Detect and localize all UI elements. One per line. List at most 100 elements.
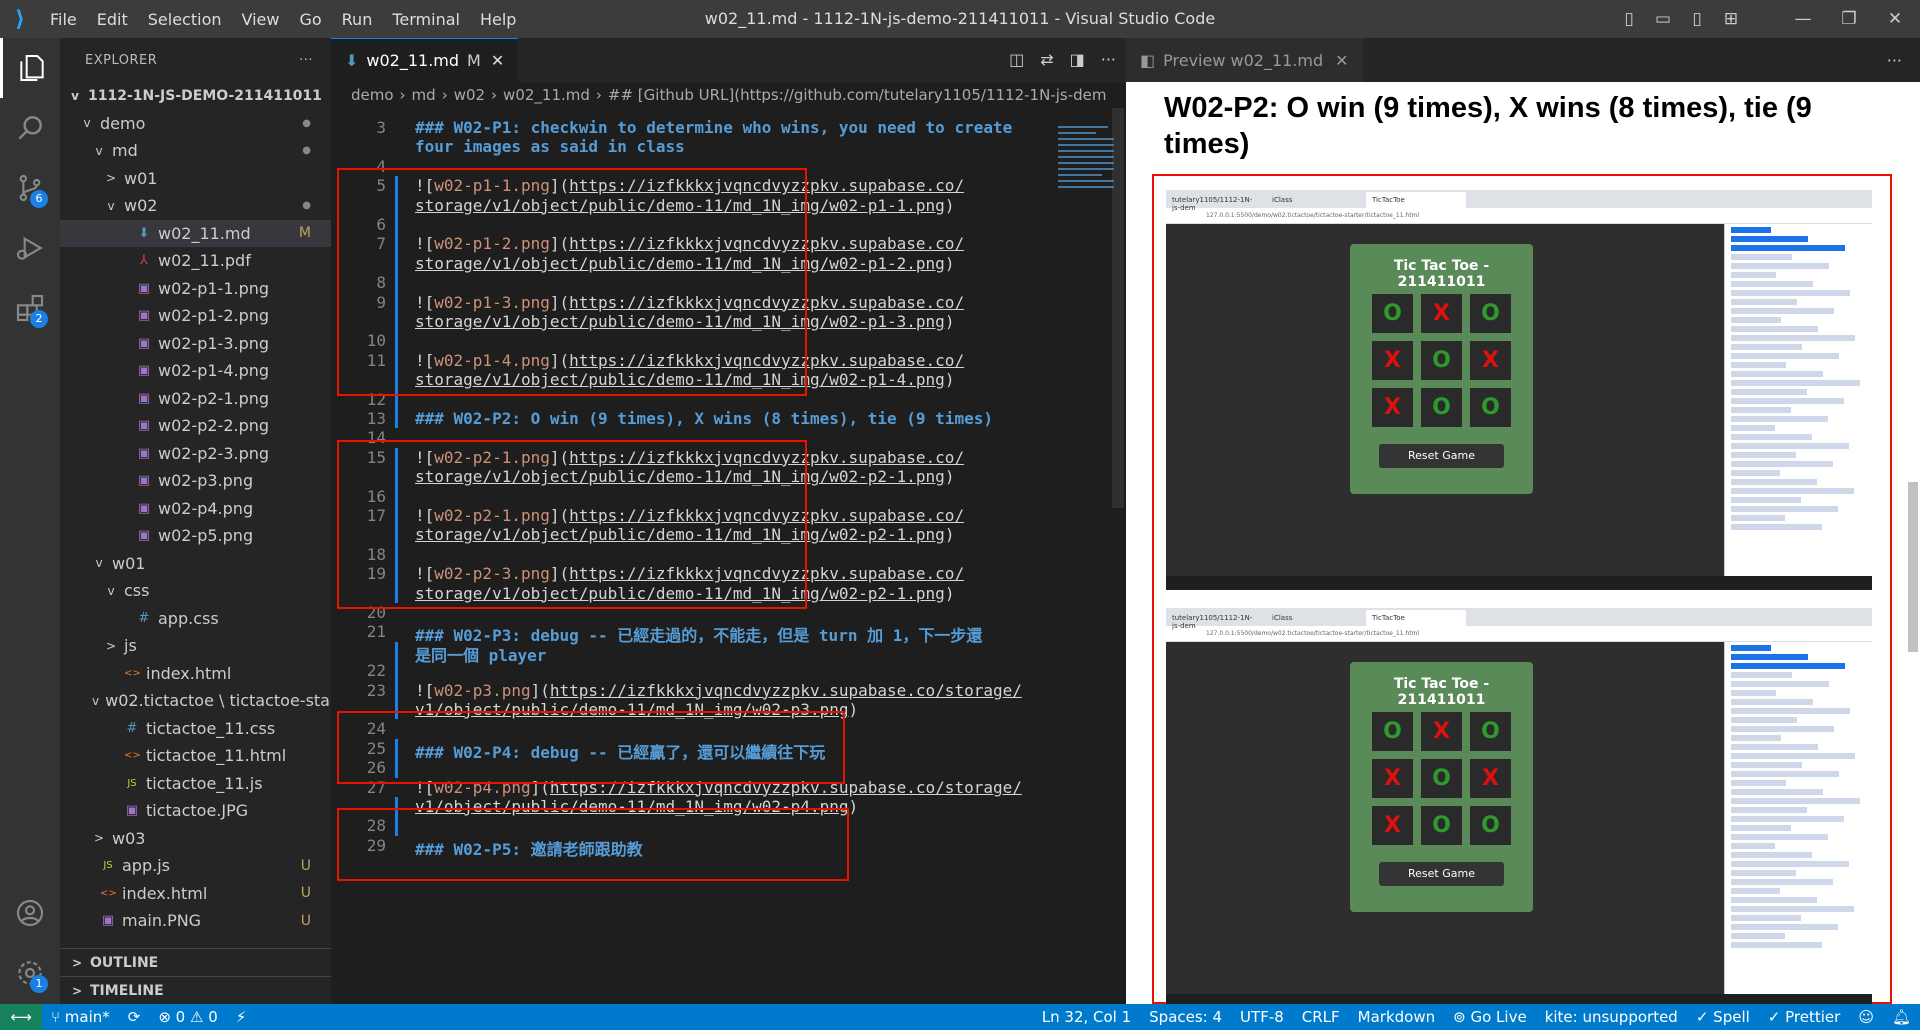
tree-item[interactable]: > w03 — [60, 825, 331, 853]
explorer-icon[interactable] — [0, 38, 60, 98]
tree-item[interactable]: v css — [60, 577, 331, 605]
toggle-secondary-sidebar-icon[interactable]: ▯ — [1680, 9, 1714, 29]
tree-item[interactable]: ▣ w02-p1-3.png — [60, 330, 331, 358]
open-changes-icon[interactable]: ⇄ — [1040, 50, 1053, 69]
settings-gear-icon[interactable]: 1 — [0, 943, 60, 1003]
search-icon[interactable] — [0, 98, 60, 158]
toggle-sidebar-icon[interactable]: ▯ — [1612, 9, 1646, 29]
customize-layout-icon[interactable]: ⊞ — [1714, 9, 1748, 29]
token-url[interactable]: https://izfkkkxjvqncdvyzzpkv.supabase.co… — [550, 681, 1022, 700]
outline-section[interactable]: > OUTLINE — [60, 948, 331, 976]
problems-status[interactable]: ⊗ 0 ⚠ 0 — [158, 1008, 217, 1026]
tree-item[interactable]: v md ● — [60, 137, 331, 165]
source-control-icon[interactable]: 6 — [0, 158, 60, 218]
kite-status[interactable]: kite: unsupported — [1545, 1008, 1678, 1026]
split-editor-icon[interactable]: ◨ — [1070, 50, 1085, 69]
browser-tab: iClass — [1266, 192, 1366, 208]
tree-item[interactable]: ▣ main.PNG U — [60, 907, 331, 935]
tree-item[interactable]: ▣ w02-p5.png — [60, 522, 331, 550]
menu-item-terminal[interactable]: Terminal — [382, 10, 470, 29]
devtools-line — [1731, 681, 1829, 687]
minimize-button[interactable]: — — [1780, 9, 1826, 29]
encoding[interactable]: UTF-8 — [1240, 1008, 1284, 1026]
tree-item[interactable]: v w02.tictactoe \ tictactoe-start... — [60, 687, 358, 715]
live-share-icon[interactable]: ⚡ — [236, 1008, 247, 1026]
devtools-line — [1731, 717, 1797, 723]
tree-item[interactable]: ▣ w02-p2-2.png — [60, 412, 331, 440]
breadcrumb-item[interactable]: demo — [351, 86, 394, 104]
run-debug-icon[interactable] — [0, 218, 60, 278]
tree-item[interactable]: ▣ w02-p2-3.png — [60, 440, 331, 468]
breadcrumb-item[interactable]: md — [412, 86, 436, 104]
tree-item[interactable]: v w02 ● — [60, 192, 331, 220]
tree-item[interactable]: v demo ● — [60, 110, 331, 138]
workspace-root[interactable]: v 1112-1N-JS-DEMO-211411011 — [60, 82, 331, 110]
tree-item[interactable]: ⬇ w02_11.md M — [60, 219, 331, 247]
tab-w02-11-md[interactable]: ⬇ w02_11.md M ✕ — [331, 38, 519, 82]
timeline-section[interactable]: > TIMELINE — [60, 976, 331, 1004]
menu-item-view[interactable]: View — [232, 10, 290, 29]
tree-item[interactable]: ▣ w02-p3.png — [60, 467, 331, 495]
end-of-line[interactable]: CRLF — [1302, 1008, 1340, 1026]
tree-item[interactable]: # tictactoe_11.css — [60, 715, 331, 743]
tree-item[interactable]: ▣ w02-p1-4.png — [60, 357, 331, 385]
tree-item[interactable]: ▣ w02-p1-2.png — [60, 302, 331, 330]
tree-item[interactable]: ▣ w02-p2-1.png — [60, 385, 331, 413]
branch-status[interactable]: ⑂ main* — [51, 1008, 110, 1026]
status-bar: ⟷ ⑂ main* ⟳ ⊗ 0 ⚠ 0 ⚡ Ln 32, Col 1 Space… — [0, 1004, 1920, 1030]
more-actions-icon[interactable]: ··· — [1101, 50, 1116, 69]
spell-status[interactable]: ✓ Spell — [1696, 1008, 1750, 1026]
restore-button[interactable]: ❐ — [1826, 9, 1872, 29]
tree-item[interactable]: <> index.html U — [60, 880, 331, 908]
tree-item[interactable]: ▣ tictactoe.JPG — [60, 797, 331, 825]
tree-item-label: w01 — [124, 168, 158, 188]
tab-preview[interactable]: ◧ Preview w02_11.md ✕ — [1126, 38, 1363, 82]
extensions-icon[interactable]: 2 — [0, 278, 60, 338]
close-tab-icon[interactable]: ✕ — [491, 51, 504, 70]
preview-scrollbar[interactable] — [1908, 482, 1918, 652]
breadcrumb-item[interactable]: w02_11.md — [503, 86, 590, 104]
menu-item-run[interactable]: Run — [332, 10, 383, 29]
tree-item[interactable]: JS app.js U — [60, 852, 331, 880]
indentation[interactable]: Spaces: 4 — [1149, 1008, 1222, 1026]
menu-item-go[interactable]: Go — [289, 10, 331, 29]
tree-item[interactable]: # app.css — [60, 605, 331, 633]
breadcrumb-item[interactable]: w02 — [454, 86, 485, 104]
tree-item[interactable]: ⅄ w02_11.pdf — [60, 247, 331, 275]
tree-item[interactable]: ▣ w02-p4.png — [60, 495, 331, 523]
devtools-line — [1731, 380, 1860, 386]
tree-item[interactable]: > w01 — [60, 165, 331, 193]
more-actions-icon[interactable]: ··· — [299, 53, 313, 68]
editor-scrollbar[interactable] — [1112, 108, 1124, 508]
remote-icon[interactable]: ⟷ — [0, 1004, 42, 1030]
vscode-logo-icon: ⟩ — [14, 6, 26, 32]
tree-item[interactable]: <> index.html — [60, 660, 331, 688]
tree-item[interactable]: v w01 — [60, 550, 331, 578]
open-preview-icon[interactable]: ◫ — [1009, 50, 1024, 69]
prettier-status[interactable]: ✓ Prettier — [1768, 1008, 1841, 1026]
language-mode[interactable]: Markdown — [1358, 1008, 1435, 1026]
feedback-icon[interactable]: ☺ — [1858, 1008, 1874, 1026]
embedded-screenshot: tutelary1105/1112-1N-js-dem iClass TicTacT… — [1166, 190, 1872, 590]
accounts-icon[interactable] — [0, 883, 60, 943]
close-window-button[interactable]: ✕ — [1872, 9, 1918, 29]
tree-item[interactable]: > js — [60, 632, 331, 660]
tree-item[interactable]: JS tictactoe_11.js — [60, 770, 331, 798]
menu-item-selection[interactable]: Selection — [138, 10, 232, 29]
devtools-line — [1731, 879, 1833, 885]
notifications-bell-icon[interactable]: 🔔︎ — [1892, 1008, 1911, 1026]
close-tab-icon[interactable]: ✕ — [1335, 51, 1348, 70]
menu-item-help[interactable]: Help — [470, 10, 526, 29]
code-area[interactable]: 3 ### W02-P1: checkwin to determine who w… — [331, 108, 1126, 1004]
tree-item[interactable]: ▣ w02-p1-1.png — [60, 275, 331, 303]
menu-item-file[interactable]: File — [40, 10, 87, 29]
menu-item-edit[interactable]: Edit — [87, 10, 138, 29]
go-live-button[interactable]: ⊚ Go Live — [1453, 1008, 1527, 1026]
more-actions-icon[interactable]: ··· — [1887, 51, 1902, 70]
cursor-position[interactable]: Ln 32, Col 1 — [1042, 1008, 1131, 1026]
token-brk: ) — [944, 583, 955, 603]
sync-icon[interactable]: ⟳ — [128, 1008, 141, 1026]
tree-item[interactable]: <> tictactoe_11.html — [60, 742, 331, 770]
breadcrumb-item[interactable]: ## [Github URL](https://github.com/tutel… — [608, 86, 1107, 104]
toggle-panel-icon[interactable]: ▭ — [1646, 9, 1680, 29]
